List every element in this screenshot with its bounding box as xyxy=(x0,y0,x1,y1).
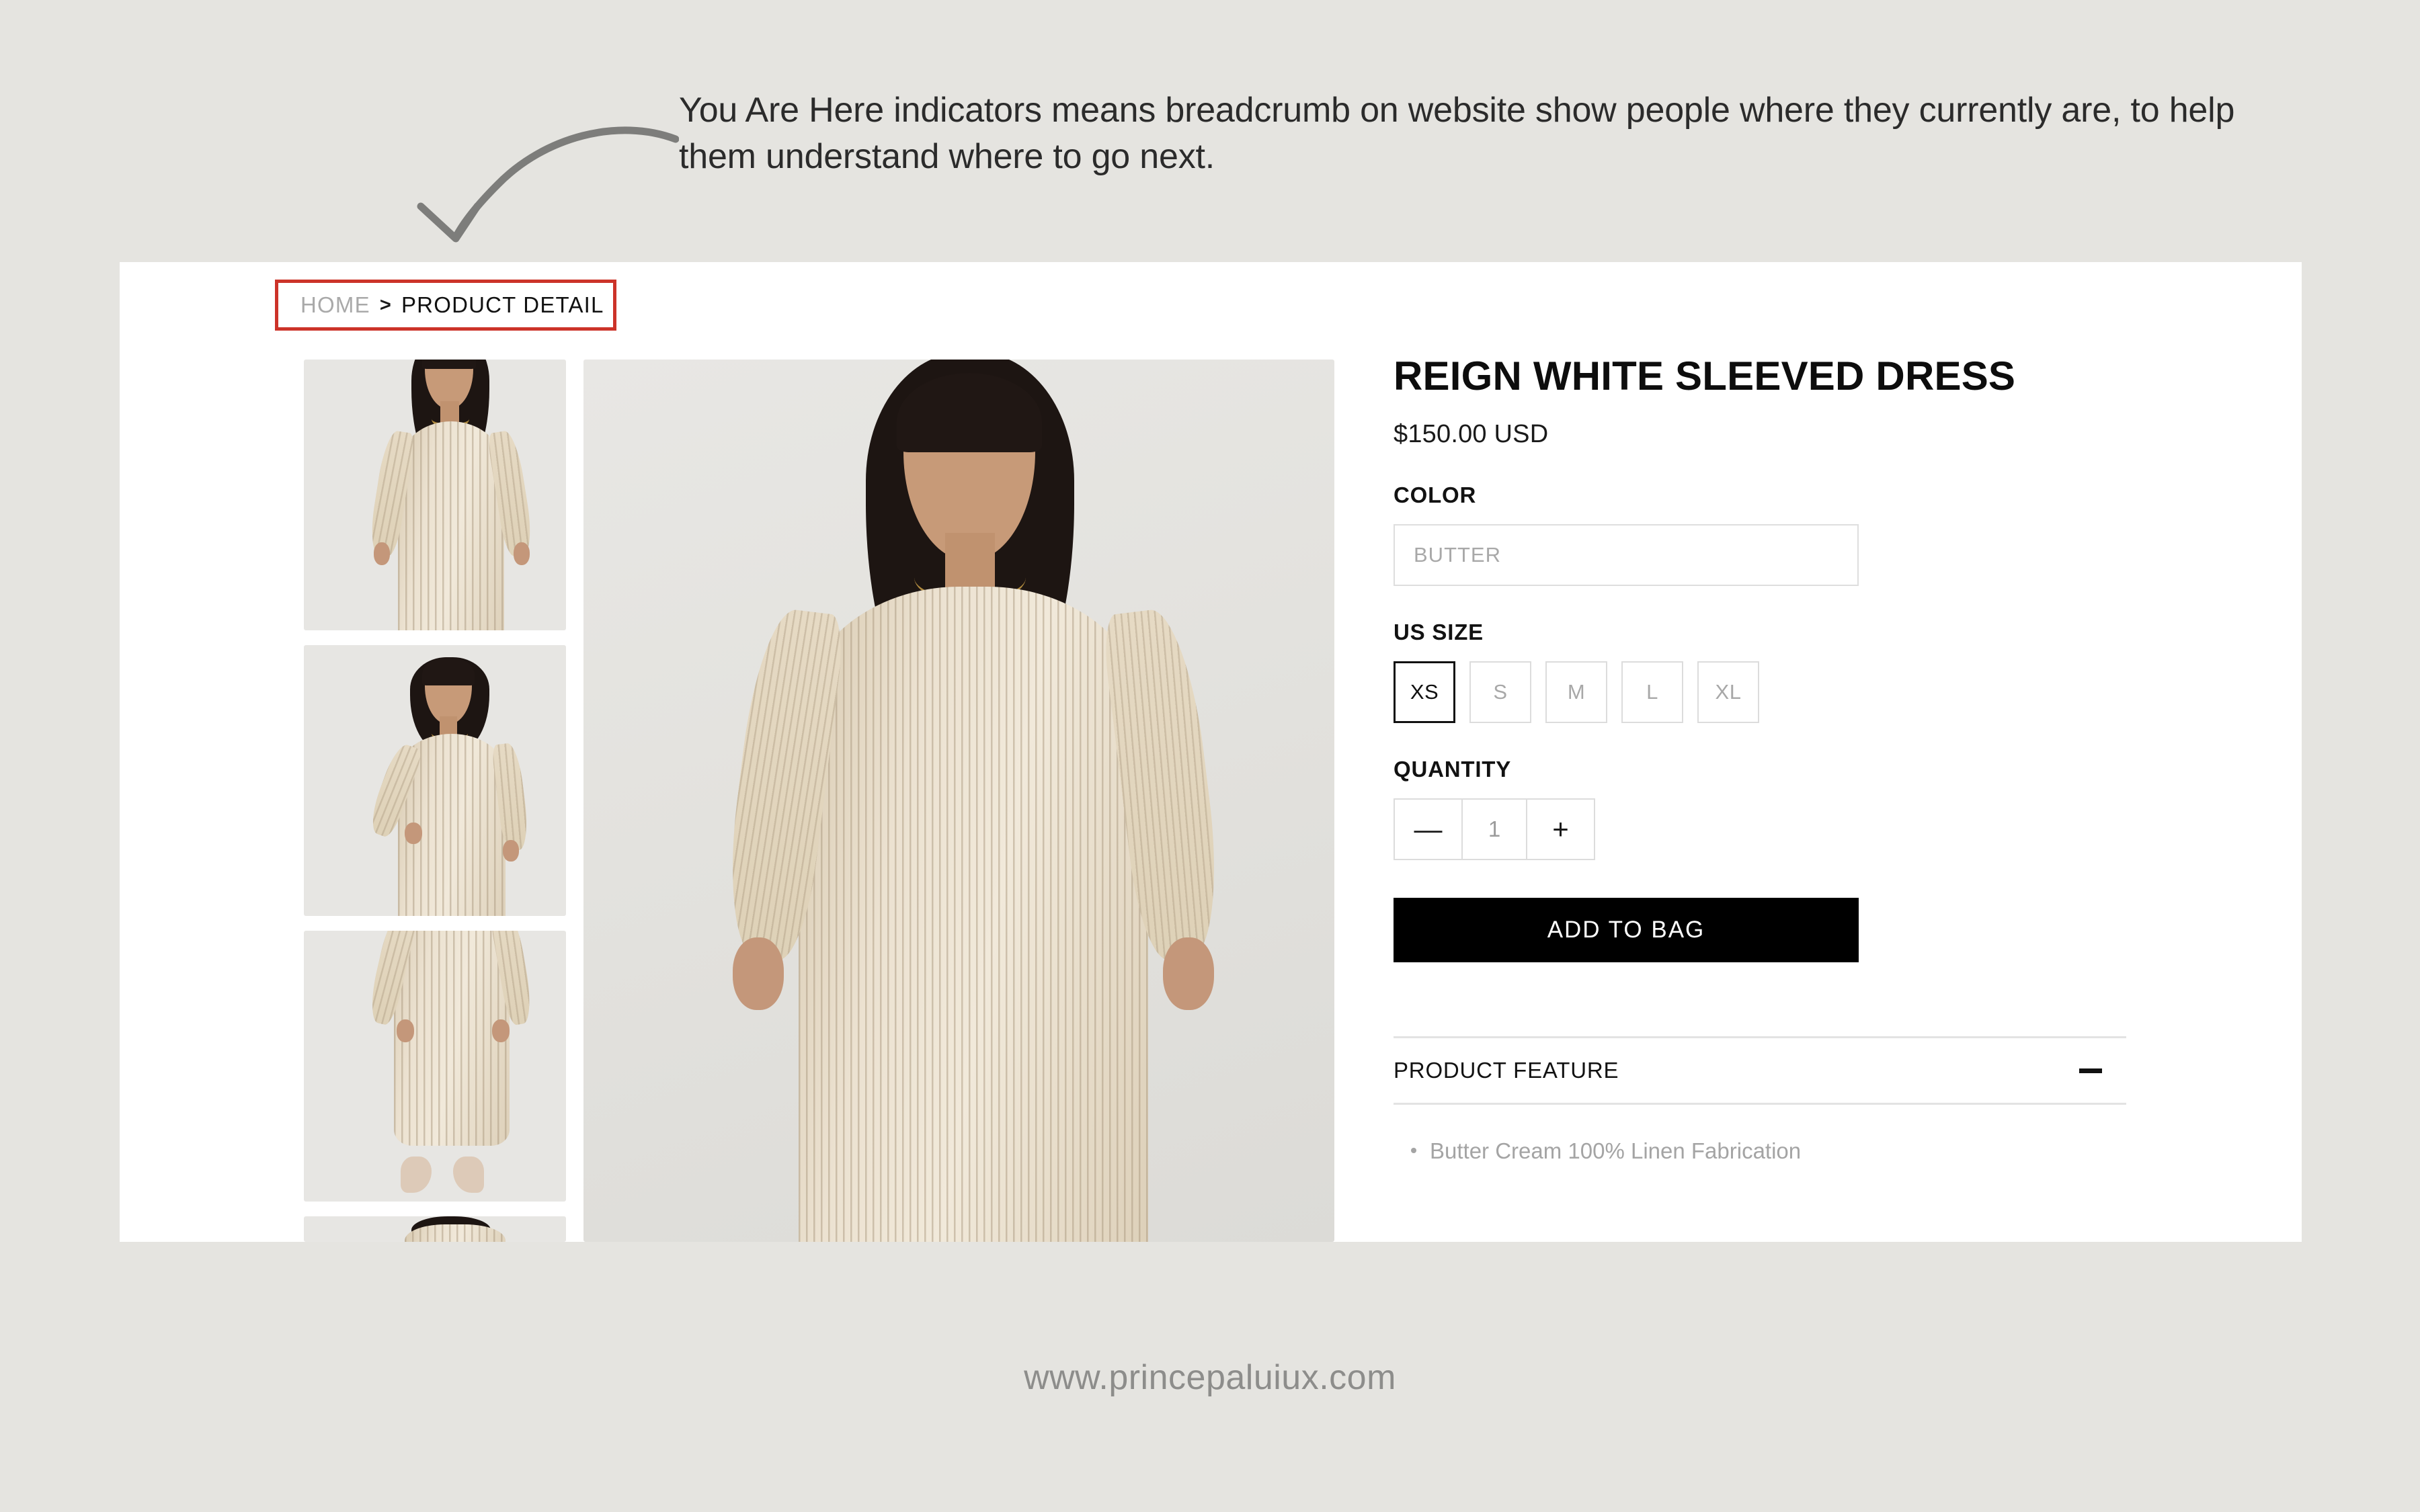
breadcrumb-item-home[interactable]: HOME xyxy=(300,292,370,318)
feature-list: Butter Cream 100% Linen Fabrication xyxy=(1394,1138,2126,1164)
list-item: Butter Cream 100% Linen Fabrication xyxy=(1411,1138,2126,1164)
size-option-xl[interactable]: XL xyxy=(1697,661,1759,723)
product-info-panel: REIGN WHITE SLEEVED DRESS $150.00 USD CO… xyxy=(1394,356,2126,1164)
accordion-title: PRODUCT FEATURE xyxy=(1394,1058,1619,1083)
feature-text: Butter Cream 100% Linen Fabrication xyxy=(1430,1138,1802,1163)
color-select[interactable]: BUTTER xyxy=(1394,524,1859,586)
product-price: $150.00 USD xyxy=(1394,420,1549,448)
thumbnail-rail[interactable] xyxy=(304,360,566,1242)
product-feature-accordion: PRODUCT FEATURE Butter Cream 100% Linen … xyxy=(1394,1036,2126,1164)
hero-product-image[interactable] xyxy=(583,360,1334,1242)
add-to-bag-button[interactable]: ADD TO BAG xyxy=(1394,898,1859,962)
size-option-xs[interactable]: XS xyxy=(1394,661,1455,723)
thumbnail-image-4[interactable] xyxy=(304,1216,566,1242)
quantity-stepper: — 1 + xyxy=(1394,798,1595,860)
size-label: US SIZE xyxy=(1394,620,1484,644)
curved-arrow-icon xyxy=(417,126,679,243)
thumbnail-image-2[interactable] xyxy=(304,645,566,916)
bullet-icon xyxy=(1411,1148,1416,1153)
page-title: REIGN WHITE SLEEVED DRESS xyxy=(1394,353,2016,398)
accordion-divider-bottom xyxy=(1394,1103,2126,1105)
breadcrumb-separator-icon: > xyxy=(379,294,392,316)
color-select-value: BUTTER xyxy=(1414,543,1501,566)
accordion-header-product-feature[interactable]: PRODUCT FEATURE xyxy=(1394,1038,2126,1103)
plus-icon[interactable]: + xyxy=(1526,800,1594,859)
size-option-s[interactable]: S xyxy=(1469,661,1531,723)
annotation-layer: You Are Here indicators means breadcrumb… xyxy=(0,0,2420,269)
breadcrumb: HOME > PRODUCT DETAIL xyxy=(300,292,604,318)
minus-icon[interactable]: — xyxy=(1395,800,1463,859)
size-option-l[interactable]: L xyxy=(1621,661,1683,723)
thumbnail-image-1[interactable] xyxy=(304,360,566,630)
footer-url: www.princepaluiux.com xyxy=(1024,1358,1396,1397)
breadcrumb-item-product-detail[interactable]: PRODUCT DETAIL xyxy=(401,292,604,318)
size-option-m[interactable]: M xyxy=(1545,661,1607,723)
quantity-value[interactable]: 1 xyxy=(1463,800,1526,859)
annotation-text: You Are Here indicators means breadcrumb… xyxy=(679,91,2235,177)
thumbnail-image-3[interactable] xyxy=(304,931,566,1202)
quantity-label: QUANTITY xyxy=(1394,757,1512,782)
size-options: XS S M L XL xyxy=(1394,661,2126,723)
minus-collapse-icon[interactable] xyxy=(2079,1068,2102,1073)
color-label: COLOR xyxy=(1394,482,1477,507)
